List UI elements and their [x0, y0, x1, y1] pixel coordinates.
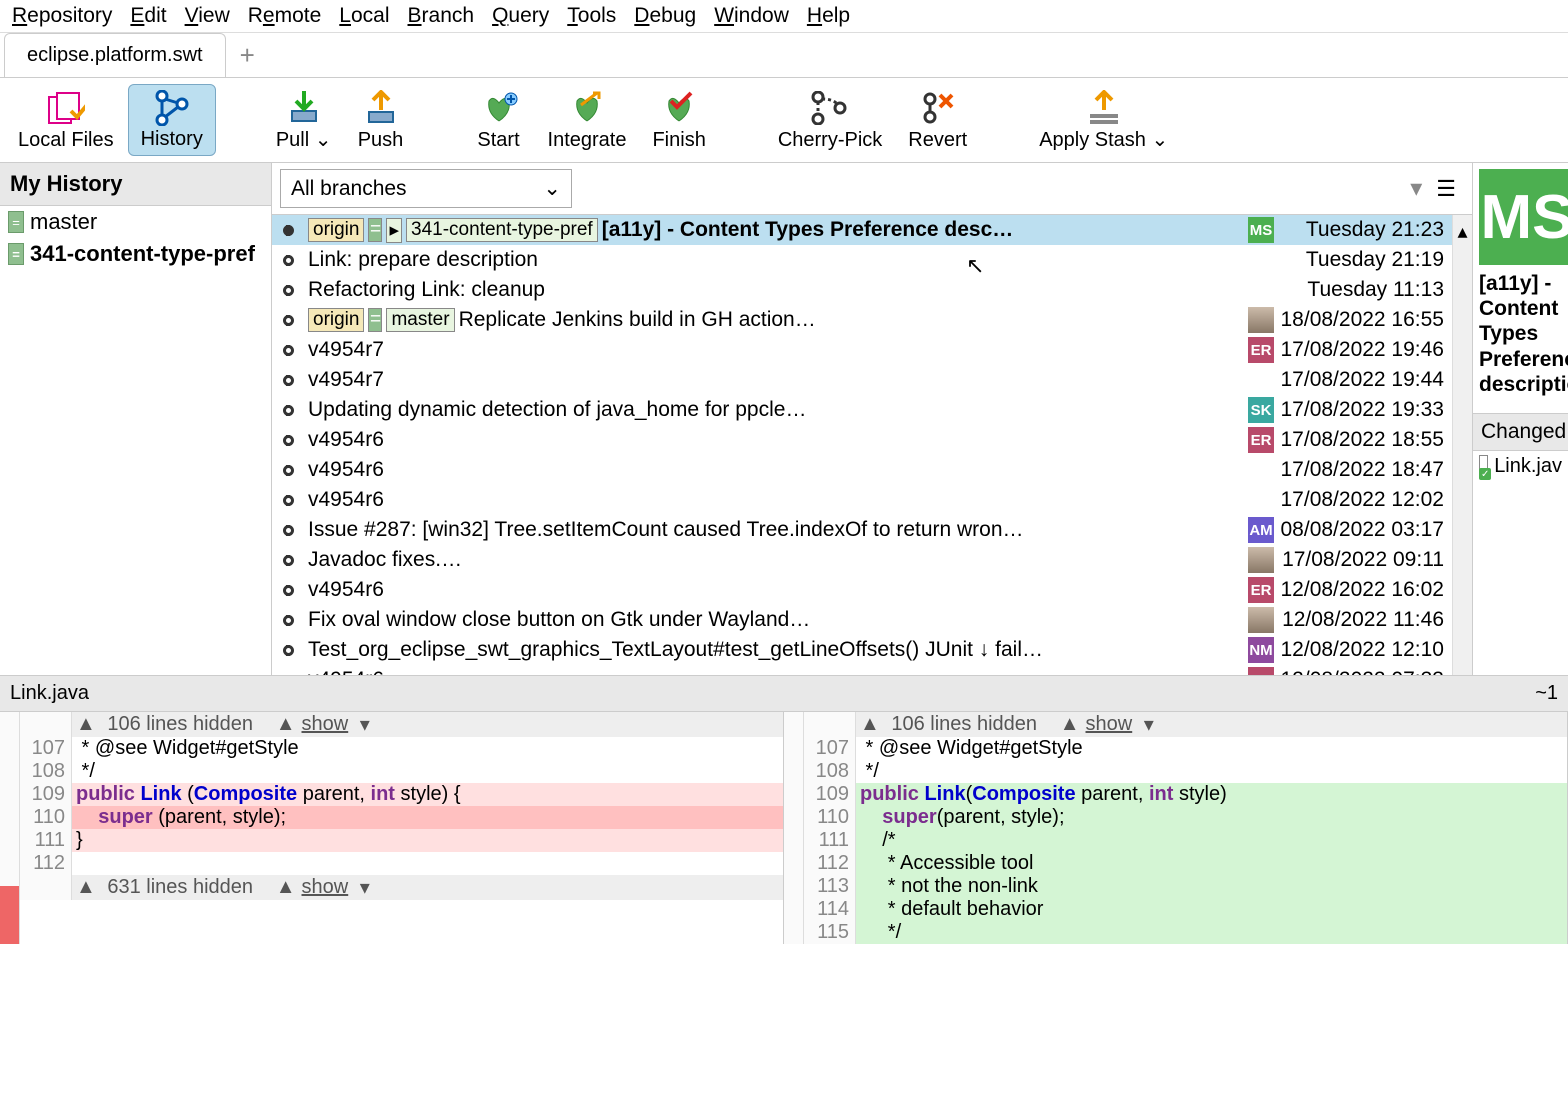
commit-row[interactable]: Javadoc fixes.…17/08/2022 09:11 [272, 545, 1472, 575]
ref-tag: ▸ [386, 218, 402, 243]
avatar: ER [1248, 337, 1274, 363]
integrate-icon [567, 88, 607, 127]
menu-icon[interactable]: ☰ [1436, 176, 1456, 202]
revert-button[interactable]: Revert [896, 84, 979, 156]
commit-row[interactable]: v4954r7ER17/08/2022 19:46 [272, 335, 1472, 365]
menu-local[interactable]: Local [339, 4, 389, 28]
menu-branch[interactable]: Branch [408, 4, 475, 28]
diff-left-pane[interactable]: ▲ 106 lines hidden ▲ show ▾107 * @see Wi… [20, 712, 784, 944]
pull-button[interactable]: Pull ⌄ [264, 84, 344, 156]
avatar [1248, 607, 1274, 633]
menubar: Repository Edit View Remote Local Branch… [0, 0, 1568, 33]
tab-repo[interactable]: eclipse.platform.swt [4, 33, 226, 77]
commit-row[interactable]: Updating dynamic detection of java_home … [272, 395, 1472, 425]
branch-filter-select[interactable]: All branches ⌄ [280, 169, 572, 208]
cherry-pick-icon [810, 88, 850, 127]
avatar: AM [1248, 517, 1274, 543]
tab-add-button[interactable]: + [226, 37, 269, 73]
commit-row[interactable]: v4954r617/08/2022 18:47 [272, 455, 1472, 485]
diff-indicator: ~1 [1535, 682, 1558, 705]
menu-debug[interactable]: Debug [634, 4, 696, 28]
apply-stash-button[interactable]: Apply Stash ⌄ [1027, 84, 1180, 156]
pull-icon [286, 88, 322, 125]
avatar: ER [1248, 577, 1274, 603]
menu-window[interactable]: Window [714, 4, 789, 28]
commit-row[interactable]: Issue #287: [win32] Tree.setItemCount ca… [272, 515, 1472, 545]
commit-row[interactable]: Refactoring Link: cleanupTuesday 11:13 [272, 275, 1472, 305]
diff-right-pane[interactable]: ▲ 106 lines hidden ▲ show ▾107 * @see Wi… [804, 712, 1568, 944]
avatar: SK [1248, 397, 1274, 423]
sidebar-title: My History [0, 163, 271, 206]
commit-row[interactable]: origin=masterReplicate Jenkins build in … [272, 305, 1472, 335]
avatar [1248, 307, 1274, 333]
menu-query[interactable]: Query [492, 4, 549, 28]
stash-icon [1086, 88, 1122, 125]
integrate-button[interactable]: Integrate [536, 84, 639, 156]
ref-tag: origin [308, 308, 364, 332]
branch-icon: = [8, 243, 24, 265]
commit-row[interactable]: v4954r6ER17/08/2022 18:55 [272, 425, 1472, 455]
commit-row[interactable]: v4954r617/08/2022 12:02 [272, 485, 1472, 515]
changed-header: Changed [1473, 413, 1568, 451]
avatar [1248, 547, 1274, 573]
diff-filename: Link.java [10, 682, 89, 705]
revert-icon [920, 88, 956, 127]
avatar: NM [1248, 637, 1274, 663]
sidebar: My History =master=341-content-type-pref [0, 163, 272, 675]
cherry-pick-button[interactable]: Cherry-Pick [766, 84, 894, 156]
ref-tag: 341-content-type-pref [406, 218, 598, 242]
ref-tag: = [368, 218, 382, 242]
commit-row[interactable]: Fix oval window close button on Gtk unde… [272, 605, 1472, 635]
commit-row[interactable]: v4954r717/08/2022 19:44 [272, 365, 1472, 395]
files-icon [47, 88, 85, 127]
diff-view: ▲ 106 lines hidden ▲ show ▾107 * @see Wi… [0, 712, 1568, 944]
menu-edit[interactable]: Edit [130, 4, 166, 28]
commit-row[interactable]: Link: prepare descriptionTuesday 21:19 [272, 245, 1472, 275]
branch-icon: = [8, 211, 24, 233]
history-button[interactable]: History [128, 84, 216, 156]
right-marker [784, 712, 804, 944]
menu-view[interactable]: View [185, 4, 230, 28]
file-icon [1479, 455, 1488, 477]
filter-icon[interactable]: ▾ [1410, 174, 1422, 203]
commit-row[interactable]: v4954r6ER12/08/2022 16:02 [272, 575, 1472, 605]
branch-item[interactable]: =341-content-type-pref [0, 238, 271, 270]
menu-help[interactable]: Help [807, 4, 850, 28]
finish-icon [659, 88, 699, 127]
push-icon [363, 88, 399, 127]
ref-tag: origin [308, 218, 364, 242]
menu-remote[interactable]: Remote [248, 4, 322, 28]
finish-button[interactable]: Finish [640, 84, 717, 156]
left-marker [0, 712, 20, 944]
branch-item[interactable]: =master [0, 206, 271, 238]
commit-list: origin=▸341-content-type-pref[a11y] - Co… [272, 215, 1472, 675]
avatar: ER [1248, 667, 1274, 675]
commit-title: [a11y] - Content Types Preference descri… [1473, 265, 1568, 403]
commit-row[interactable]: v4954r6ER12/08/2022 07:33 [272, 665, 1472, 675]
scroll-up-icon[interactable]: ▴ [1457, 219, 1467, 244]
menu-repository[interactable]: Repository [12, 4, 112, 28]
author-avatar: MS [1479, 169, 1568, 265]
ref-tag: = [368, 308, 382, 332]
commit-row[interactable]: origin=▸341-content-type-pref[a11y] - Co… [272, 215, 1472, 245]
tab-bar: eclipse.platform.swt + [0, 33, 1568, 78]
ref-tag: master [386, 308, 454, 332]
changed-file[interactable]: Link.jav [1473, 451, 1568, 482]
history-icon [152, 89, 192, 126]
commit-row[interactable]: Test_org_eclipse_swt_graphics_TextLayout… [272, 635, 1472, 665]
toolbar: Local Files History Pull ⌄ Push Start In… [0, 78, 1568, 163]
avatar: ER [1248, 427, 1274, 453]
details-pane: MS [a11y] - Content Types Preference des… [1472, 163, 1568, 675]
diff-header: Link.java ~1 [0, 675, 1568, 712]
start-icon [479, 88, 519, 127]
push-button[interactable]: Push [346, 84, 416, 156]
local-files-button[interactable]: Local Files [6, 84, 126, 156]
start-button[interactable]: Start [464, 84, 534, 156]
avatar: MS [1248, 217, 1274, 243]
menu-tools[interactable]: Tools [567, 4, 616, 28]
scrollbar[interactable]: ▴ [1452, 215, 1472, 675]
chevron-down-icon: ⌄ [543, 176, 561, 201]
